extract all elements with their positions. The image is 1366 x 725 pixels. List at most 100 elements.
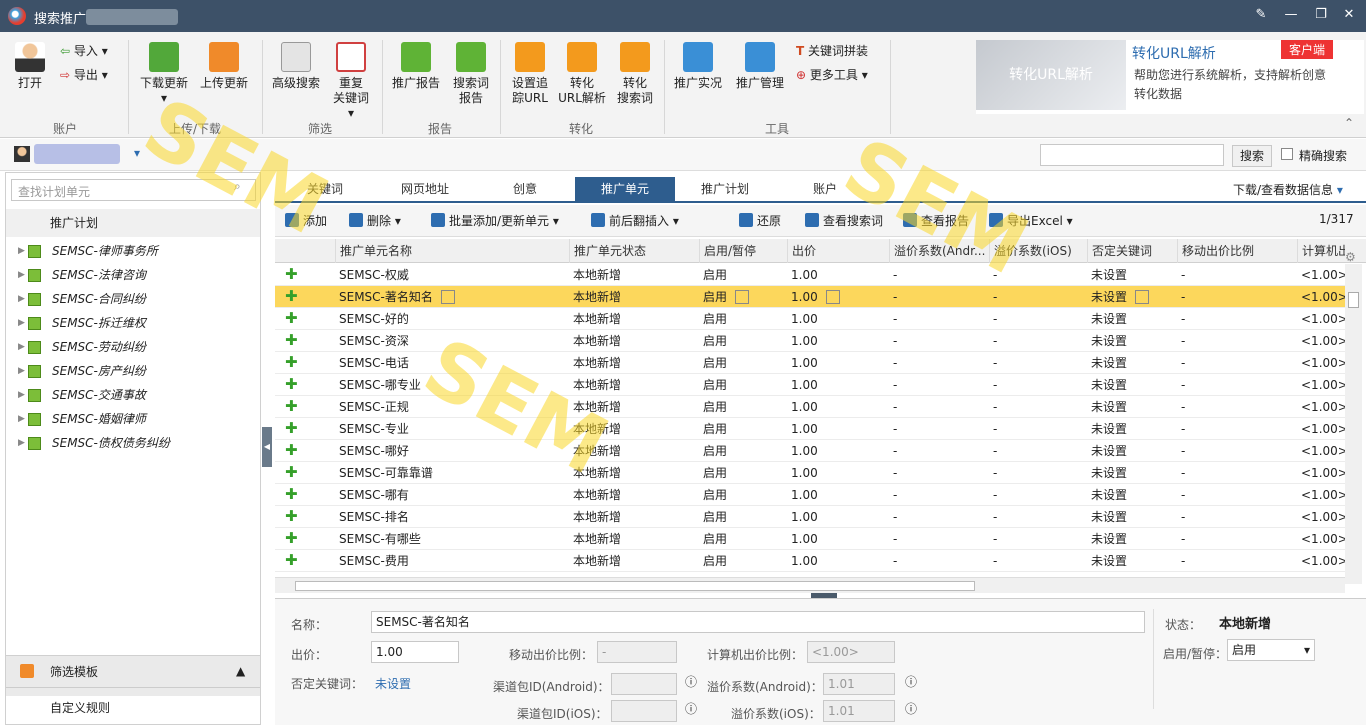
column-header[interactable]: 溢价系数(Andr...	[889, 239, 989, 263]
table-row[interactable]: ✚ SEMSC-正规 本地新增 启用 1.00 - - 未设置 - <1.00>	[275, 396, 1345, 418]
filter-template-header[interactable]: 筛选模板	[6, 656, 260, 688]
edit-icon[interactable]	[1135, 290, 1150, 304]
batch-add-button[interactable]: 批量添加/更新单元 ▾	[431, 212, 559, 229]
more-tools-button[interactable]: ⊕ 更多工具 ▾	[796, 66, 868, 83]
table-row[interactable]: ✚ SEMSC-哪有 本地新增 启用 1.00 - - 未设置 - <1.00>	[275, 484, 1345, 506]
view-report-button[interactable]: 查看报告	[903, 212, 969, 229]
expand-plus-icon[interactable]: ✚	[285, 267, 298, 282]
column-settings-icon[interactable]: ⚙	[1345, 250, 1356, 264]
expand-plus-icon[interactable]: ✚	[285, 465, 298, 480]
column-header[interactable]: 启用/暂停	[699, 239, 787, 263]
table-row[interactable]: ✚ SEMSC-专业 本地新增 启用 1.00 - - 未设置 - <1.00>	[275, 418, 1345, 440]
table-row[interactable]: ✚ SEMSC-电话 本地新增 启用 1.00 - - 未设置 - <1.00>	[275, 352, 1345, 374]
campaign-tree-item[interactable]: ▶ SEMSC-法律咨询	[6, 263, 260, 287]
table-row[interactable]: ✚ SEMSC-排名 本地新增 启用 1.00 - - 未设置 - <1.00>	[275, 506, 1345, 528]
custom-rule-item[interactable]: 自定义规则	[6, 696, 260, 724]
campaign-tree-item[interactable]: ▶ SEMSC-债权债务纠纷	[6, 431, 260, 455]
table-row[interactable]: ✚ SEMSC-可靠靠谱 本地新增 启用 1.00 - - 未设置 - <1.00>	[275, 462, 1345, 484]
column-header[interactable]: 推广单元状态	[569, 239, 699, 263]
vertical-scrollbar-thumb[interactable]	[1348, 292, 1359, 308]
expand-arrow-icon[interactable]: ▶	[18, 383, 25, 407]
view-search-terms-button[interactable]: 查看搜索词	[805, 212, 883, 229]
android-pkg-input[interactable]	[611, 673, 677, 695]
expand-plus-icon[interactable]: ✚	[285, 553, 298, 568]
expand-plus-icon[interactable]: ✚	[285, 333, 298, 348]
expand-arrow-icon[interactable]: ▶	[18, 287, 25, 311]
delete-button[interactable]: 删除 ▾	[349, 212, 401, 229]
tab-5[interactable]: 账户	[775, 177, 875, 201]
expand-arrow-icon[interactable]: ▶	[18, 431, 25, 455]
column-header[interactable]: 出价	[787, 239, 889, 263]
expand-arrow-icon[interactable]: ▶	[18, 239, 25, 263]
toggle-select[interactable]: 启用 ▾	[1227, 639, 1315, 661]
advanced-search-button[interactable]: 高级搜索	[270, 42, 322, 91]
bid-input[interactable]: 1.00	[371, 641, 459, 663]
expand-plus-icon[interactable]: ✚	[285, 311, 298, 326]
help-icon[interactable]: ⓘ	[685, 700, 697, 717]
ios-pkg-input[interactable]	[611, 700, 677, 722]
expand-arrow-icon[interactable]: ▶	[18, 263, 25, 287]
add-button[interactable]: 添加	[285, 212, 327, 229]
table-row[interactable]: ✚ SEMSC-资深 本地新增 启用 1.00 - - 未设置 - <1.00>	[275, 330, 1345, 352]
tab-3[interactable]: 推广单元	[575, 177, 675, 201]
expand-plus-icon[interactable]: ✚	[285, 355, 298, 370]
table-row[interactable]: ✚ SEMSC-著名知名 本地新增 启用 1.00 - - 未设置 - <1.00>	[275, 286, 1345, 308]
pc-ratio-input[interactable]: <1.00>	[807, 641, 895, 663]
expand-plus-icon[interactable]: ✚	[285, 377, 298, 392]
global-search-input[interactable]	[1040, 144, 1224, 166]
insert-button[interactable]: 前后翻插入 ▾	[591, 212, 679, 229]
tab-4[interactable]: 推广计划	[675, 177, 775, 201]
download-update-button[interactable]: 下载更新 ▾	[138, 42, 190, 106]
edit-icon[interactable]	[735, 290, 750, 304]
minimize-button[interactable]: —	[1282, 6, 1300, 24]
export-excel-button[interactable]: 导出Excel ▾	[989, 212, 1073, 229]
expand-plus-icon[interactable]: ✚	[285, 399, 298, 414]
campaign-tree-item[interactable]: ▶ SEMSC-劳动纠纷	[6, 335, 260, 359]
table-row[interactable]: ✚ SEMSC-好的 本地新增 启用 1.00 - - 未设置 - <1.00>	[275, 308, 1345, 330]
expand-plus-icon[interactable]: ✚	[285, 509, 298, 524]
column-header[interactable]: 推广单元名称	[335, 239, 569, 263]
convert-search-term-button[interactable]: 转化 搜索词	[612, 42, 658, 106]
tab-0[interactable]: 关键词	[275, 177, 375, 201]
table-row[interactable]: ✚ SEMSC-费用 本地新增 启用 1.00 - - 未设置 - <1.00>	[275, 550, 1345, 572]
search-term-report-button[interactable]: 搜索词 报告	[448, 42, 494, 106]
expand-plus-icon[interactable]: ✚	[285, 289, 298, 304]
vertical-scrollbar[interactable]	[1345, 264, 1362, 584]
expand-arrow-icon[interactable]: ▶	[18, 335, 25, 359]
edit-icon[interactable]	[825, 290, 840, 304]
restore-button[interactable]: ❐	[1312, 6, 1330, 24]
promo-live-button[interactable]: 推广实况	[672, 42, 724, 91]
search-icon[interactable]: ⌕	[234, 179, 241, 194]
tab-1[interactable]: 网页地址	[375, 177, 475, 201]
expand-arrow-icon[interactable]: ▶	[18, 407, 25, 431]
campaign-tree-item[interactable]: ▶ SEMSC-合同纠纷	[6, 287, 260, 311]
import-button[interactable]: ⇦ 导入 ▾	[60, 42, 108, 59]
restore-button[interactable]: 还原	[739, 212, 781, 229]
campaign-tree-item[interactable]: ▶ SEMSC-交通事故	[6, 383, 260, 407]
help-icon[interactable]: ⓘ	[685, 673, 697, 690]
close-button[interactable]: ✕	[1340, 6, 1358, 24]
campaign-search-input[interactable]: 查找计划单元	[11, 179, 256, 201]
search-button[interactable]: 搜索	[1232, 145, 1272, 167]
table-row[interactable]: ✚ SEMSC-哪专业 本地新增 启用 1.00 - - 未设置 - <1.00>	[275, 374, 1345, 396]
ios-premium-input[interactable]: 1.01	[823, 700, 895, 722]
table-row[interactable]: ✚ SEMSC-哪好 本地新增 启用 1.00 - - 未设置 - <1.00>	[275, 440, 1345, 462]
campaign-tree-item[interactable]: ▶ SEMSC-婚姻律师	[6, 407, 260, 431]
campaign-tree-item[interactable]: ▶ SEMSC-房产纠纷	[6, 359, 260, 383]
edit-icon[interactable]	[440, 290, 455, 304]
collapse-left-panel-button[interactable]: ◀	[262, 427, 272, 467]
convert-url-button[interactable]: 转化 URL解析	[556, 42, 608, 106]
tab-2[interactable]: 创意	[475, 177, 575, 201]
expand-plus-icon[interactable]: ✚	[285, 443, 298, 458]
help-icon[interactable]: ⓘ	[905, 700, 917, 717]
expand-arrow-icon[interactable]: ▶	[18, 311, 25, 335]
keyword-splice-button[interactable]: T 关键词拼装	[796, 42, 868, 59]
expand-plus-icon[interactable]: ✚	[285, 421, 298, 436]
horizontal-scrollbar-thumb[interactable]	[295, 581, 975, 591]
collapse-ribbon-icon[interactable]: ⌃	[1344, 116, 1354, 130]
repeat-keyword-button[interactable]: 重复 关键词 ▾	[328, 42, 374, 121]
download-info-button[interactable]: 下载/查看数据信息 ▾	[1233, 181, 1343, 198]
column-header[interactable]: 否定关键词	[1087, 239, 1177, 263]
exact-search-checkbox[interactable]	[1281, 148, 1293, 160]
campaign-tree-item[interactable]: ▶ SEMSC-拆迁维权	[6, 311, 260, 335]
